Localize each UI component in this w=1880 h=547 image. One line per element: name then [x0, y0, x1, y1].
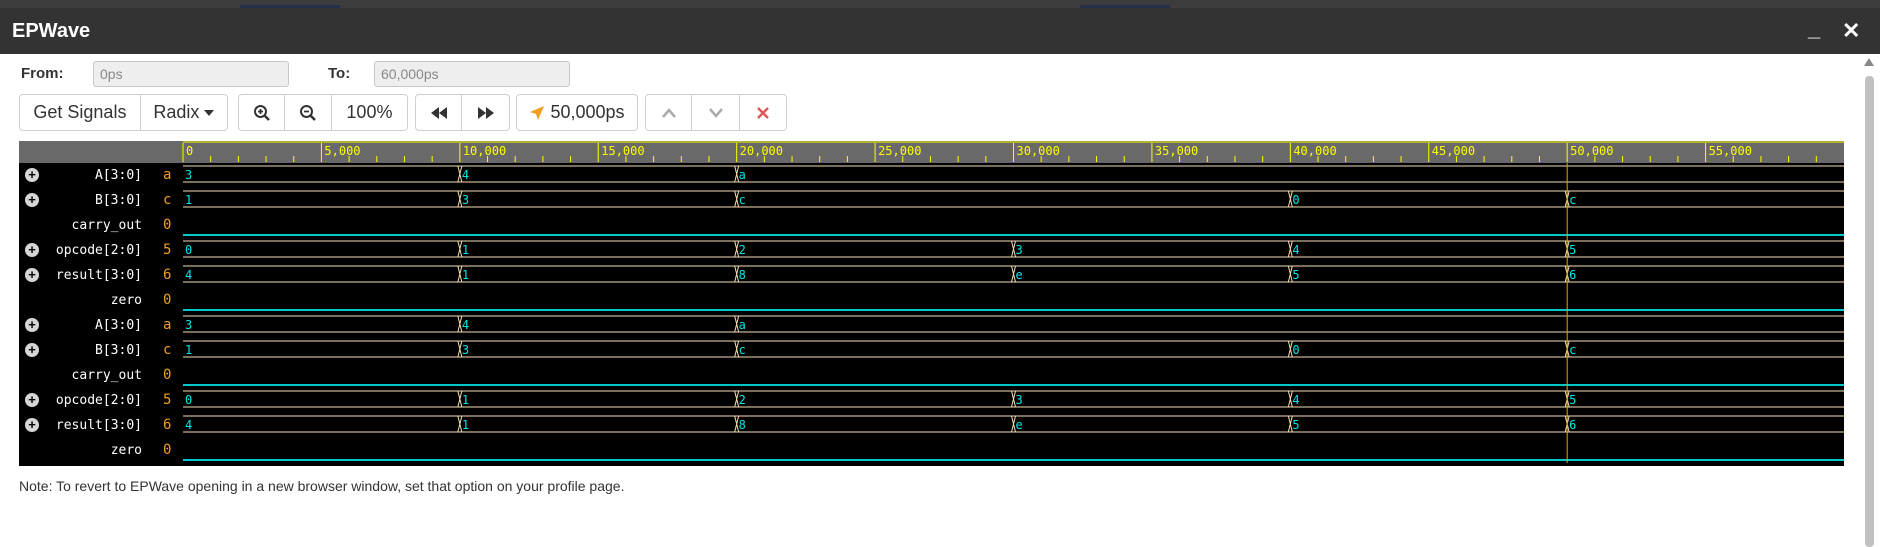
- bus-value-label: 6: [1569, 268, 1576, 282]
- bus-value-label: 4: [185, 268, 192, 282]
- bus-value-label: 3: [462, 343, 469, 357]
- navigation-group: [415, 94, 510, 131]
- bus-value-label: a: [739, 318, 746, 332]
- bus-value-label: 3: [1016, 393, 1023, 407]
- bus-value-label: e: [1016, 268, 1023, 282]
- bus-value-label: 4: [1292, 393, 1299, 407]
- from-label: From:: [21, 65, 64, 82]
- bus-value-label: 2: [739, 393, 746, 407]
- bus-value-label: e: [1016, 418, 1023, 432]
- zoom-out-button[interactable]: [285, 95, 332, 130]
- bus-value-label: 0: [185, 243, 192, 257]
- bus-value-label: a: [739, 168, 746, 182]
- bus-value-label: 1: [185, 193, 192, 207]
- bus-value-label: 3: [462, 193, 469, 207]
- bus-value-label: 1: [462, 418, 469, 432]
- move-up-button[interactable]: [646, 95, 693, 130]
- caret-down-icon: [204, 109, 215, 116]
- zoom-group: 100%: [238, 94, 408, 131]
- bus-value-label: 6: [1569, 418, 1576, 432]
- scroll-up-icon[interactable]: [1864, 58, 1874, 66]
- minimize-button[interactable]: _: [1808, 16, 1820, 42]
- ruler-tick-label: 15,000: [601, 144, 644, 158]
- remove-signal-button[interactable]: [740, 95, 786, 130]
- waveform-canvas[interactable]: 0 5,000 10,000 15,000 20,000 25,000 30,000 35,0…: [19, 141, 1844, 466]
- ruler-tick-label: 50,000: [1570, 144, 1613, 158]
- bus-value-label: 8: [739, 268, 746, 282]
- zoom-level-button[interactable]: 100%: [332, 95, 407, 130]
- zoom-level: 100%: [346, 102, 393, 122]
- bus-value-label: 1: [462, 393, 469, 407]
- bus-value-label: c: [739, 193, 746, 207]
- zoom-in-button[interactable]: [239, 95, 286, 130]
- bus-value-label: 4: [462, 318, 469, 332]
- waveform-viewer[interactable]: + A[3:0] a + B[3:0] c carry_out 0 + opcode[2:0] 5 +…: [19, 141, 1844, 466]
- cursor-time-group: 50,000ps: [516, 94, 638, 131]
- radix-label: Radix: [153, 102, 200, 122]
- cursor-time-button[interactable]: 50,000ps: [517, 95, 637, 130]
- bus-value-label: 4: [185, 418, 192, 432]
- ruler-tick-label: 45,000: [1432, 144, 1475, 158]
- rewind-icon: [430, 106, 447, 119]
- ruler-tick-label: 20,000: [740, 144, 783, 158]
- bus-value-label: 1: [462, 243, 469, 257]
- profile-note: Note: To revert to EPWave opening in a n…: [19, 478, 625, 494]
- cursor-arrow-icon: [530, 105, 545, 120]
- fast-forward-icon: [477, 106, 494, 119]
- ruler-tick-label: 40,000: [1293, 144, 1336, 158]
- zoom-in-icon: [253, 104, 270, 121]
- bus-value-label: 5: [1569, 243, 1576, 257]
- fast-forward-button[interactable]: [462, 95, 509, 130]
- bus-value-label: 5: [1292, 418, 1299, 432]
- bus-value-label: c: [739, 343, 746, 357]
- ruler-tick-label: 55,000: [1709, 144, 1752, 158]
- bus-value-label: 2: [739, 243, 746, 257]
- to-label: To:: [328, 65, 351, 82]
- ruler-tick-label: 25,000: [878, 144, 921, 158]
- down-icon: [708, 107, 723, 118]
- to-field[interactable]: [374, 61, 570, 87]
- get-signals-label: Get Signals: [33, 102, 127, 122]
- ruler-tick-label: 30,000: [1017, 144, 1060, 158]
- signals-radix-group: Get Signals Radix: [19, 94, 228, 131]
- bus-value-label: 1: [462, 268, 469, 282]
- bus-value-label: 8: [739, 418, 746, 432]
- bus-value-label: 3: [185, 318, 192, 332]
- ruler-tick-label: 10,000: [463, 144, 506, 158]
- bus-value-label: 4: [462, 168, 469, 182]
- window-title: EPWave: [12, 20, 91, 42]
- bus-value-label: 4: [1292, 243, 1299, 257]
- bus-value-label: 0: [185, 393, 192, 407]
- bus-value-label: 5: [1292, 268, 1299, 282]
- bus-value-label: c: [1569, 343, 1576, 357]
- close-icon: [756, 106, 769, 119]
- browser-top-strip: [0, 0, 1880, 8]
- get-signals-button[interactable]: Get Signals: [20, 95, 141, 130]
- bus-value-label: 0: [1292, 193, 1299, 207]
- ruler-tick-label: 5,000: [324, 144, 360, 158]
- bus-value-label: 3: [1016, 243, 1023, 257]
- rewind-button[interactable]: [416, 95, 463, 130]
- ruler-tick-label: 35,000: [1155, 144, 1198, 158]
- close-window-button[interactable]: ✕: [1842, 18, 1860, 44]
- from-field[interactable]: [93, 61, 289, 87]
- bus-value-label: 3: [185, 168, 192, 182]
- scrollbar-thumb[interactable]: [1865, 76, 1874, 547]
- cursor-time-label: 50,000ps: [550, 102, 625, 122]
- edit-group: [645, 94, 787, 131]
- window-titlebar: EPWave _ ✕: [0, 8, 1880, 54]
- zoom-out-icon: [300, 104, 317, 121]
- radix-button[interactable]: Radix: [141, 95, 227, 130]
- up-icon: [661, 107, 676, 118]
- bus-value-label: 1: [185, 343, 192, 357]
- bus-value-label: c: [1569, 193, 1576, 207]
- bus-value-label: 5: [1569, 393, 1576, 407]
- bus-value-label: 0: [1292, 343, 1299, 357]
- move-down-button[interactable]: [692, 95, 740, 130]
- ruler-tick-label: 0: [186, 144, 193, 158]
